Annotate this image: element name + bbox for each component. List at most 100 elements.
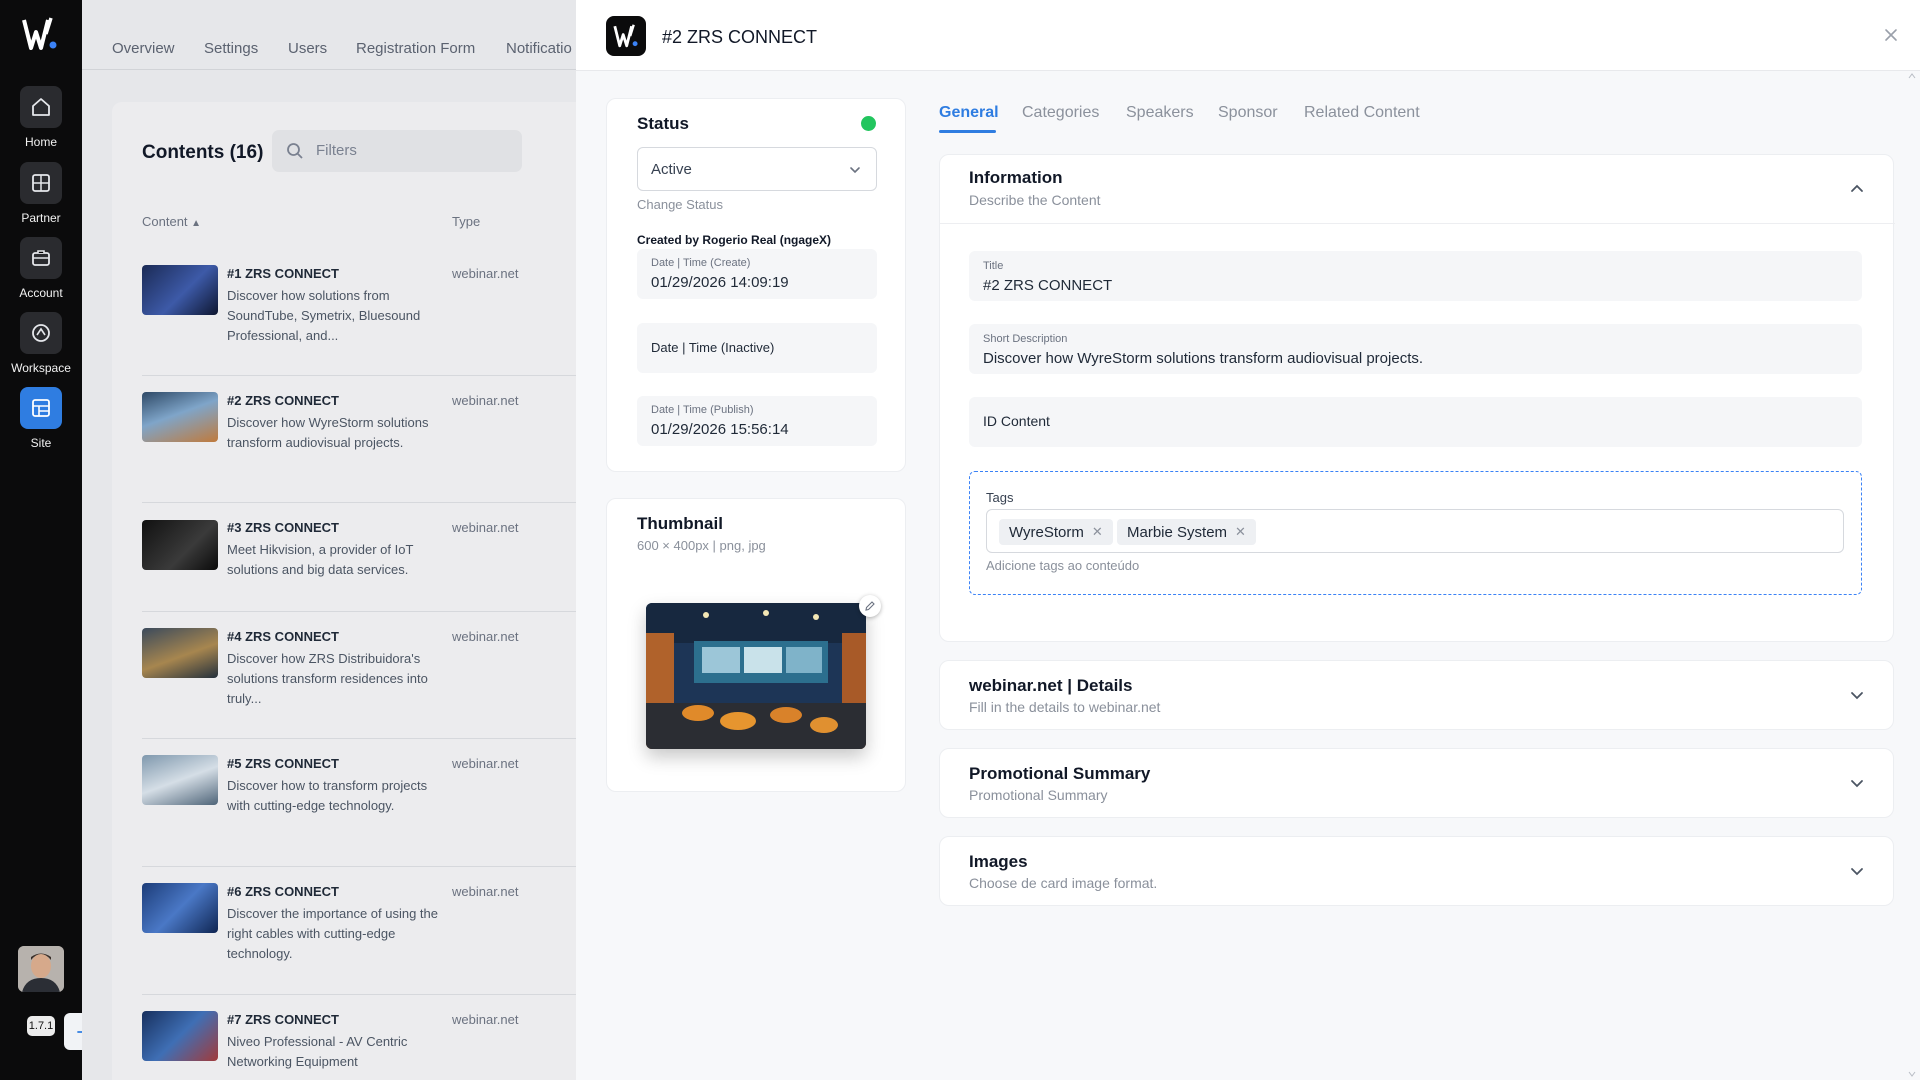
- publish-date-field[interactable]: Date | Time (Publish) 01/29/2026 15:56:1…: [637, 396, 877, 446]
- create-date-field: Date | Time (Create) 01/29/2026 14:09:19: [637, 249, 877, 299]
- edit-thumbnail-button[interactable]: [859, 595, 881, 617]
- rail-item-account[interactable]: Account: [0, 237, 82, 309]
- short-description-label: Short Description: [983, 333, 1068, 345]
- tab-registration-form[interactable]: Registration Form: [356, 40, 475, 57]
- inactive-date-label: Date | Time (Inactive): [651, 340, 775, 355]
- row-type: webinar.net: [452, 266, 519, 281]
- table-row[interactable]: #3 ZRS CONNECT Meet Hikvision, a provide…: [142, 504, 576, 612]
- rail-label: Site: [30, 436, 52, 450]
- table-row[interactable]: #1 ZRS CONNECT Discover how solutions fr…: [142, 250, 576, 376]
- table-row[interactable]: #4 ZRS CONNECT Discover how ZRS Distribu…: [142, 613, 576, 739]
- row-type: webinar.net: [452, 520, 519, 535]
- section-images[interactable]: Images Choose de card image format.: [939, 836, 1894, 906]
- tab-users[interactable]: Users: [288, 40, 327, 57]
- table-row[interactable]: #2 ZRS CONNECT Discover how WyreStorm so…: [142, 377, 576, 503]
- tab-overview[interactable]: Overview: [112, 40, 175, 57]
- id-content-label: ID Content: [983, 413, 1050, 429]
- app-logo-icon[interactable]: [20, 14, 60, 54]
- table-row[interactable]: #7 ZRS CONNECT Niveo Professional - AV C…: [142, 996, 576, 1080]
- drawer-scrollbar[interactable]: [1908, 72, 1916, 1080]
- tab-general[interactable]: General: [939, 104, 999, 122]
- rail-item-workspace[interactable]: Workspace: [0, 312, 82, 384]
- tags-hint: Adicione tags ao conteúdo: [986, 558, 1140, 573]
- section-title: Promotional Summary: [969, 764, 1151, 783]
- thumbnail-image[interactable]: [646, 603, 866, 749]
- row-title: #4 ZRS CONNECT: [227, 629, 339, 644]
- create-date-label: Date | Time (Create): [651, 257, 751, 269]
- change-status-hint: Change Status: [637, 197, 724, 212]
- content-thumbnail: [142, 265, 218, 315]
- section-webinar-details[interactable]: webinar.net | Details Fill in the detail…: [939, 660, 1894, 730]
- row-description: Discover how ZRS Distribuidora's solutio…: [227, 651, 428, 706]
- table-row[interactable]: #6 ZRS CONNECT Discover the importance o…: [142, 868, 576, 995]
- tab-notifications[interactable]: Notificatio: [506, 40, 572, 57]
- rail-item-home[interactable]: Home: [0, 86, 82, 158]
- content-thumbnail: [142, 755, 218, 805]
- tags-label: Tags: [986, 490, 1014, 505]
- section-title: Images: [969, 852, 1028, 871]
- tag-chip-label: Marbie System: [1127, 523, 1228, 541]
- information-subtitle: Describe the Content: [969, 192, 1101, 208]
- section-subtitle: Choose de card image format.: [969, 875, 1158, 891]
- row-description: Meet Hikvision, a provider of IoT soluti…: [227, 542, 414, 577]
- drawer-header: #2 ZRS CONNECT: [576, 0, 1920, 71]
- table-row[interactable]: #5 ZRS CONNECT Discover how to transform…: [142, 740, 576, 867]
- home-icon: [20, 86, 62, 128]
- tags-input[interactable]: WyreStorm ✕ Marbie System ✕: [986, 509, 1844, 553]
- short-description-field[interactable]: Short Description Discover how WyreStorm…: [969, 324, 1862, 374]
- row-type: webinar.net: [452, 393, 519, 408]
- drawer-title: #2 ZRS CONNECT: [662, 27, 818, 47]
- created-by-label: Created by Rogerio Real (ngageX): [637, 233, 832, 247]
- id-content-field[interactable]: ID Content: [969, 397, 1862, 447]
- user-avatar[interactable]: [18, 946, 64, 992]
- chevron-down-icon[interactable]: [1848, 774, 1866, 797]
- chevron-down-icon[interactable]: [1848, 862, 1866, 885]
- tag-chip: WyreStorm ✕: [999, 519, 1113, 545]
- tab-categories[interactable]: Categories: [1022, 104, 1099, 122]
- sort-up-icon: ▲: [191, 218, 202, 229]
- tab-speakers[interactable]: Speakers: [1126, 104, 1194, 122]
- create-date-value: 01/29/2026 14:09:19: [651, 274, 789, 291]
- row-type: webinar.net: [452, 756, 519, 771]
- row-title: #2 ZRS CONNECT: [227, 393, 339, 408]
- close-icon[interactable]: [1882, 26, 1900, 44]
- status-indicator: [861, 116, 876, 131]
- thumbnail-hint: 600 × 400px | png, jpg: [637, 538, 766, 553]
- workspace-icon: [20, 312, 62, 354]
- tab-related-content[interactable]: Related Content: [1304, 104, 1420, 122]
- left-rail: Home Partner Account Workspace Site 1.7.…: [0, 0, 82, 1080]
- column-header-content[interactable]: Content ▲: [142, 214, 201, 229]
- status-select[interactable]: Active: [637, 147, 877, 191]
- row-title: #6 ZRS CONNECT: [227, 884, 339, 899]
- inactive-date-field[interactable]: Date | Time (Inactive): [637, 323, 877, 373]
- content-thumbnail: [142, 628, 218, 678]
- row-type: webinar.net: [452, 629, 519, 644]
- chevron-up-icon[interactable]: [1848, 180, 1866, 203]
- remove-tag-icon[interactable]: ✕: [1235, 524, 1246, 540]
- rail-label: Account: [19, 286, 63, 300]
- remove-tag-icon[interactable]: ✕: [1092, 524, 1103, 540]
- section-promotional-summary[interactable]: Promotional Summary Promotional Summary: [939, 748, 1894, 818]
- short-description-value: Discover how WyreStorm solutions transfo…: [983, 350, 1424, 367]
- contents-title: Contents (16): [142, 142, 264, 163]
- chevron-down-icon[interactable]: [1848, 686, 1866, 709]
- filter-placeholder: Filters: [316, 142, 357, 159]
- tab-settings[interactable]: Settings: [204, 40, 258, 57]
- content-thumbnail: [142, 1011, 218, 1061]
- content-drawer: #2 ZRS CONNECT Status Active Change Stat…: [576, 0, 1920, 1080]
- title-field[interactable]: Title #2 ZRS CONNECT: [969, 251, 1862, 301]
- status-title: Status: [637, 114, 689, 133]
- row-type: webinar.net: [452, 1012, 519, 1027]
- publish-date-value: 01/29/2026 15:56:14: [651, 421, 789, 438]
- content-thumbnail: [142, 883, 218, 933]
- column-header-type[interactable]: Type: [452, 214, 480, 229]
- rail-item-partner[interactable]: Partner: [0, 162, 82, 234]
- rail-item-site[interactable]: Site: [0, 387, 82, 459]
- tab-sponsor[interactable]: Sponsor: [1218, 104, 1278, 122]
- filter-input[interactable]: Filters: [272, 130, 522, 172]
- active-tab-indicator: [939, 130, 996, 133]
- layout-icon: [20, 387, 62, 429]
- content-thumbnail: [142, 520, 218, 570]
- row-description: Discover how solutions from SoundTube, S…: [227, 288, 421, 343]
- information-card: Information Describe the Content Title #…: [939, 154, 1895, 642]
